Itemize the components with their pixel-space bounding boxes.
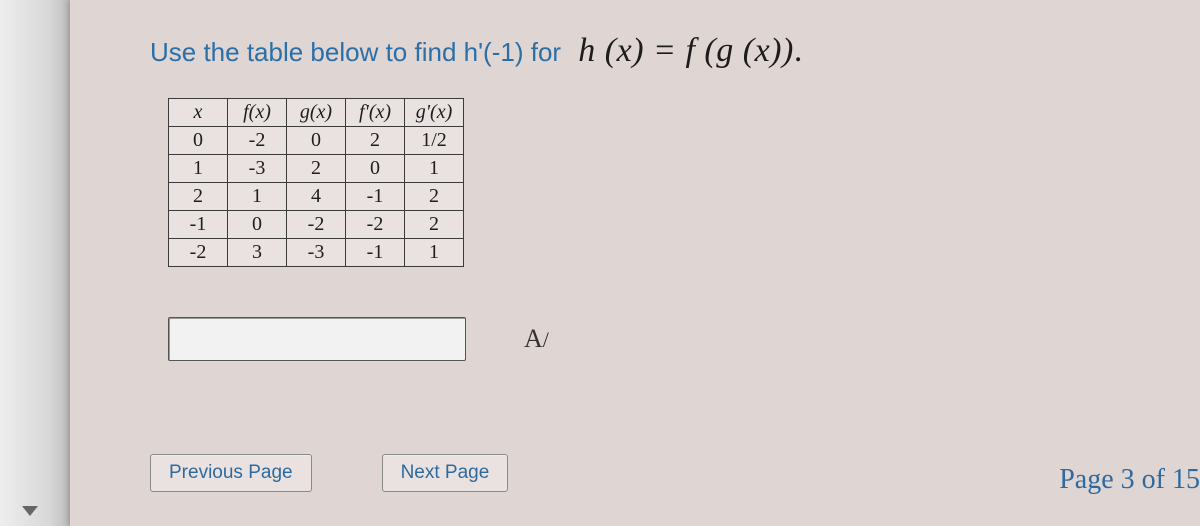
cell: 0 [169,127,228,155]
cell: 2 [287,155,346,183]
col-fpx: f'(x) [346,99,405,127]
cell: 1 [405,155,464,183]
cell: -1 [169,211,228,239]
cell: 4 [287,183,346,211]
col-fx: f(x) [228,99,287,127]
next-page-button[interactable]: Next Page [382,454,509,492]
cell: 2 [169,183,228,211]
table-row: -2 3 -3 -1 1 [169,239,464,267]
page-indicator: Page 3 of 15 [1059,464,1200,496]
cell: 0 [346,155,405,183]
cell: -3 [228,155,287,183]
prompt-formula: h (x) = f (g (x)) [578,32,794,69]
cell: 0 [228,211,287,239]
cell: -1 [346,239,405,267]
col-x: x [169,99,228,127]
font-a-icon: A [524,324,543,353]
prompt-text: Use the table below to find h'(-1) for [150,37,568,67]
nav-row: Previous Page Next Page [150,454,508,492]
question-content: Use the table below to find h'(-1) for h… [70,0,1200,526]
table-row: -1 0 -2 -2 2 [169,211,464,239]
col-gx: g(x) [287,99,346,127]
table-row: 1 -3 2 0 1 [169,155,464,183]
question-prompt: Use the table below to find h'(-1) for h… [150,32,1170,70]
scroll-gutter [0,0,71,526]
table-header-row: x f(x) g(x) f'(x) g'(x) [169,99,464,127]
cell: -2 [169,239,228,267]
prompt-period: . [794,32,803,69]
cell: -2 [228,127,287,155]
cell: 1 [405,239,464,267]
cell: -1 [346,183,405,211]
col-gpx: g'(x) [405,99,464,127]
values-table: x f(x) g(x) f'(x) g'(x) 0 -2 0 2 1/2 1 -… [168,98,464,267]
cell: -2 [287,211,346,239]
cell: -2 [346,211,405,239]
cell: 2 [405,211,464,239]
previous-page-button[interactable]: Previous Page [150,454,312,492]
cell: 2 [405,183,464,211]
answer-row: A/ [168,317,1170,361]
cell: 2 [346,127,405,155]
cell: 1 [169,155,228,183]
table-row: 2 1 4 -1 2 [169,183,464,211]
font-slash-icon: / [543,327,549,352]
answer-input[interactable] [168,317,466,361]
cell: 1 [228,183,287,211]
equation-editor-icon[interactable]: A/ [524,324,549,354]
table-row: 0 -2 0 2 1/2 [169,127,464,155]
cell: -3 [287,239,346,267]
scroll-down-icon[interactable] [22,506,38,516]
cell: 3 [228,239,287,267]
cell: 0 [287,127,346,155]
cell: 1/2 [405,127,464,155]
